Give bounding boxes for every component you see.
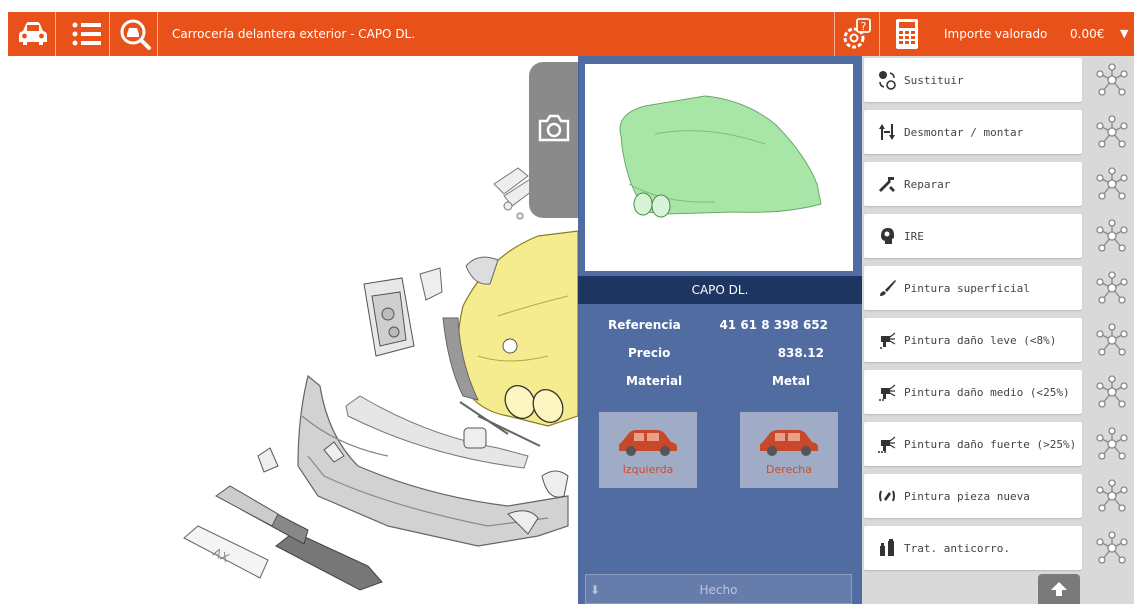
network-icon[interactable] xyxy=(1094,62,1130,98)
left-side-button[interactable]: Izquierda xyxy=(599,412,697,488)
price-value: 838.12 xyxy=(777,346,824,360)
search-car-icon[interactable] xyxy=(112,12,158,56)
head-gear-icon xyxy=(876,225,898,247)
network-icon[interactable] xyxy=(1094,374,1130,410)
action-reparar[interactable]: Reparar xyxy=(864,162,1082,206)
action-pintura-fuerte[interactable]: Pintura daño fuerte (>25%) xyxy=(864,422,1082,466)
importe-label: Importe valorado xyxy=(944,27,1048,41)
headlight-part[interactable] xyxy=(363,277,415,357)
svg-text:?: ? xyxy=(860,20,866,33)
spray-heavy-icon xyxy=(876,433,898,455)
page-title: Carrocería delantera exterior - CAPO DL. xyxy=(172,27,416,41)
preview-hood-shape xyxy=(619,95,822,215)
network-icon[interactable] xyxy=(1094,426,1130,462)
action-sustituir[interactable]: Sustituir xyxy=(864,58,1082,102)
right-side-label: Derecha xyxy=(765,462,813,476)
actions-panel: Sustituir Desmontar / montar Reparar IRE… xyxy=(862,56,1134,604)
action-trat-anticorro[interactable]: Trat. anticorro. xyxy=(864,526,1082,570)
spray-medium-icon xyxy=(876,381,898,403)
chevron-down-icon[interactable]: ▼ xyxy=(1120,12,1128,56)
network-icon[interactable] xyxy=(1094,478,1130,514)
action-ire[interactable]: IRE xyxy=(864,214,1082,258)
action-label: IRE xyxy=(904,229,924,243)
action-label: Reparar xyxy=(904,177,951,191)
anticorrosion-icon xyxy=(876,537,898,559)
network-icon[interactable] xyxy=(1094,218,1130,254)
part-detail-panel: CAPO DL. Referencia 41 61 8 398 652 Prec… xyxy=(578,56,862,604)
car-right-icon xyxy=(760,429,818,456)
action-label: Pintura pieza nueva xyxy=(904,489,1030,503)
material-label: Material xyxy=(626,374,683,388)
top-bar: Carrocería delantera exterior - CAPO DL.… xyxy=(8,12,1134,56)
spoiler-part[interactable] xyxy=(275,531,383,591)
car-icon[interactable] xyxy=(10,12,56,56)
list-icon[interactable] xyxy=(64,12,110,56)
spray-light-icon xyxy=(876,329,898,351)
network-icon[interactable] xyxy=(1094,270,1130,306)
action-label: Sustituir xyxy=(904,73,964,87)
importe-value: 0.00€ xyxy=(1070,27,1105,41)
material-value: Metal xyxy=(771,374,810,388)
fog-light-part[interactable] xyxy=(463,427,487,449)
network-icon[interactable] xyxy=(1094,322,1130,358)
network-icon[interactable] xyxy=(1094,114,1130,150)
part-name: CAPO DL. xyxy=(578,276,862,304)
repair-icon xyxy=(876,173,898,195)
help-gear-icon[interactable]: ? xyxy=(834,12,880,56)
paint-new-icon xyxy=(876,485,898,507)
price-label: Precio xyxy=(628,346,671,360)
emblem-part xyxy=(502,338,518,354)
left-side-label: Izquierda xyxy=(622,462,674,476)
scroll-up-button[interactable] xyxy=(1038,574,1080,604)
action-desmontar-montar[interactable]: Desmontar / montar xyxy=(864,110,1082,154)
action-pintura-leve[interactable]: Pintura daño leve (<8%) xyxy=(864,318,1082,362)
network-icon[interactable] xyxy=(1094,166,1130,202)
right-side-button[interactable]: Derecha xyxy=(740,412,838,488)
network-icon[interactable] xyxy=(1094,530,1130,566)
action-label: Pintura daño fuerte (>25%) xyxy=(904,437,1077,451)
part-preview xyxy=(585,64,853,271)
paint-brush-icon xyxy=(876,277,898,299)
arrow-down-icon: ⬇ xyxy=(590,583,601,597)
action-pintura-medio[interactable]: Pintura daño medio (<25%) xyxy=(864,370,1082,414)
done-label: Hecho xyxy=(699,583,738,597)
action-pintura-superficial[interactable]: Pintura superficial xyxy=(864,266,1082,310)
action-label: Desmontar / montar xyxy=(904,125,1024,139)
calculator-icon[interactable] xyxy=(884,12,930,56)
done-button[interactable]: ⬇ Hecho xyxy=(585,574,852,604)
replace-icon xyxy=(876,69,898,91)
action-label: Pintura daño leve (<8%) xyxy=(904,333,1057,347)
car-left-icon xyxy=(619,429,677,456)
disassemble-icon xyxy=(876,121,898,143)
app-window: Carrocería delantera exterior - CAPO DL.… xyxy=(0,0,1134,604)
arrow-up-icon xyxy=(1051,582,1067,596)
reference-value: 41 61 8 398 652 xyxy=(719,318,828,332)
action-label: Pintura superficial xyxy=(904,281,1030,295)
action-label: Pintura daño medio (<25%) xyxy=(904,385,1070,399)
camera-icon[interactable] xyxy=(537,114,571,142)
action-pintura-pieza-nueva[interactable]: Pintura pieza nueva xyxy=(864,474,1082,518)
action-label: Trat. anticorro. xyxy=(904,541,1010,555)
camera-tab[interactable] xyxy=(529,62,579,218)
reference-label: Referencia xyxy=(608,318,681,332)
